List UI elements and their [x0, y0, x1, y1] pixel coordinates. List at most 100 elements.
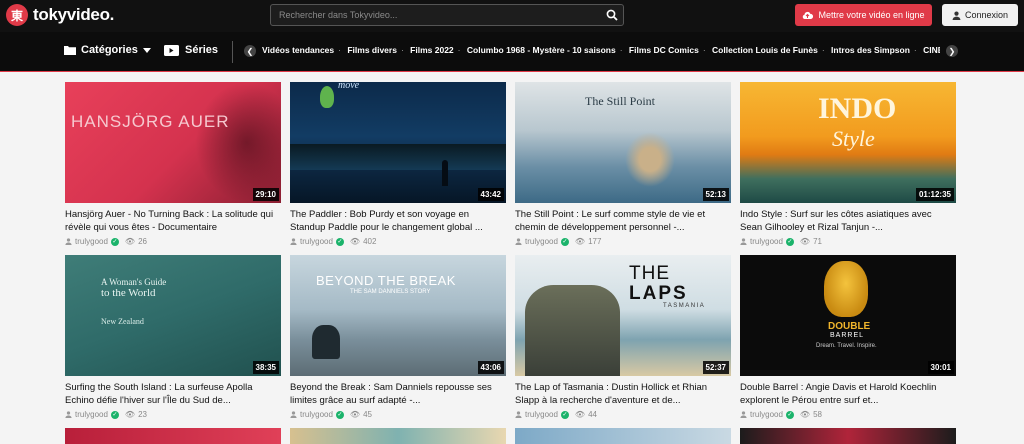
video-meta: trulygood ✓ 👁 177: [515, 237, 731, 246]
logo-text: tokyvideo.: [33, 5, 115, 24]
nav-divider: [232, 41, 233, 63]
video-title[interactable]: Beyond the Break : Sam Danniels repousse…: [290, 381, 506, 407]
thumbnail-subcaption: BARREL: [830, 332, 865, 339]
logo-mark: 東: [6, 4, 28, 26]
uploader-name[interactable]: trulygood: [750, 410, 783, 419]
tag-link[interactable]: Columbo 1968 - Mystère - 10 saisons: [467, 45, 616, 55]
uploader-name[interactable]: trulygood: [300, 410, 333, 419]
thumbnail-caption: THE: [629, 263, 670, 284]
tag-link[interactable]: Films divers: [347, 45, 397, 55]
thumbnail-tagline: New Zealand: [101, 317, 144, 326]
video-card[interactable]: DOUBLE BARREL Dream. Travel. Inspire. 30…: [740, 255, 956, 419]
series-link[interactable]: Séries: [164, 44, 218, 56]
scroll-left-arrow-icon[interactable]: ❮: [244, 45, 256, 57]
video-thumbnail[interactable]: DOUBLE BARREL Dream. Travel. Inspire. 30…: [740, 255, 956, 376]
verified-check-icon: ✓: [560, 410, 569, 419]
video-card[interactable]: HANSJÖRG AUER 29:10 Hansjörg Auer - No T…: [65, 82, 281, 246]
verified-check-icon: ✓: [335, 410, 344, 419]
uploader-name[interactable]: trulygood: [300, 237, 333, 246]
video-title[interactable]: The Still Point : Le surf comme style de…: [515, 208, 731, 234]
video-card[interactable]: The Still Point 52:13 The Still Point : …: [515, 82, 731, 246]
video-meta: trulygood ✓ 👁 23: [65, 410, 281, 419]
thumbnail-caption: The Still Point: [585, 94, 656, 108]
video-thumbnail[interactable]: THE LAPS TASMANIA 52:37: [515, 255, 731, 376]
tag-link[interactable]: Films DC Comics: [629, 45, 699, 55]
view-count: 177: [588, 237, 602, 246]
tag-link[interactable]: Collection Louis de Funès: [712, 45, 818, 55]
eye-icon: 👁: [799, 410, 811, 419]
video-title[interactable]: Double Barrel : Angie Davis et Harold Ko…: [740, 381, 956, 407]
video-thumbnail[interactable]: INDO Style 01:12:35: [740, 82, 956, 203]
tag-link[interactable]: CINÉ: [923, 45, 940, 55]
thumbnail-caption: HANSJÖRG AUER: [71, 112, 230, 131]
video-duration: 29:10: [252, 188, 279, 201]
tag-link[interactable]: Intros des Simpson: [831, 45, 910, 55]
login-button[interactable]: Connexion: [942, 4, 1018, 26]
video-thumbnail[interactable]: HANSJÖRG AUER 29:10: [65, 82, 281, 203]
tag-link[interactable]: Films 2022: [410, 45, 453, 55]
video-title[interactable]: The Lap of Tasmania : Dustin Hollick et …: [515, 381, 731, 407]
tag-separator: ·: [913, 45, 917, 55]
video-card[interactable]: BEYOND THE BREAK THE SAM DANNIELS STORY …: [290, 255, 506, 419]
video-thumbnail[interactable]: The Still Point 52:13: [515, 82, 731, 203]
video-card[interactable]: THE LAPS TASMANIA 52:37 The Lap of Tasma…: [515, 255, 731, 419]
user-icon: [290, 238, 297, 245]
verified-check-icon: ✓: [785, 237, 794, 246]
user-icon: [740, 238, 747, 245]
eye-icon: 👁: [574, 410, 586, 419]
upload-video-button[interactable]: Mettre votre vidéo en ligne: [795, 4, 932, 26]
categories-menu[interactable]: Catégories: [64, 44, 151, 56]
video-thumbnail[interactable]: move 43:42: [290, 82, 506, 203]
video-title[interactable]: Hansjörg Auer - No Turning Back : La sol…: [65, 208, 281, 234]
scroll-right-arrow-icon[interactable]: ❯: [946, 45, 958, 57]
view-count: 44: [588, 410, 597, 419]
video-meta: trulygood ✓ 👁 71: [740, 237, 956, 246]
series-label: Séries: [185, 44, 219, 56]
video-card[interactable]: INDO Style 01:12:35 Indo Style : Surf su…: [740, 82, 956, 246]
verified-check-icon: ✓: [785, 410, 794, 419]
video-title[interactable]: Indo Style : Surf sur les côtes asiatiqu…: [740, 208, 956, 234]
tag-separator: ·: [457, 45, 461, 55]
thumbnail-caption: INDO: [818, 92, 897, 125]
search-box: [270, 4, 624, 26]
video-thumbnail[interactable]: BEYOND THE BREAK THE SAM DANNIELS STORY …: [290, 255, 506, 376]
video-thumbnail-partial[interactable]: [65, 428, 281, 444]
video-thumbnail-partial[interactable]: [740, 428, 956, 444]
tag-link[interactable]: Vidéos tendances: [262, 45, 334, 55]
uploader-name[interactable]: trulygood: [75, 237, 108, 246]
search-input[interactable]: [271, 5, 591, 25]
tag-separator: ·: [338, 45, 341, 55]
video-card[interactable]: move 43:42 The Paddler : Bob Purdy et so…: [290, 82, 506, 246]
view-count: 26: [138, 237, 147, 246]
user-icon: [65, 411, 72, 418]
video-thumbnail-partial[interactable]: [515, 428, 731, 444]
video-meta: trulygood ✓ 👁 58: [740, 410, 956, 419]
tag-separator: ·: [619, 45, 623, 55]
video-meta: trulygood ✓ 👁 44: [515, 410, 731, 419]
video-thumbnail-partial[interactable]: [290, 428, 506, 444]
user-icon: [515, 238, 522, 245]
video-thumbnail[interactable]: A Woman's Guide to the World New Zealand…: [65, 255, 281, 376]
top-bar: 東 tokyvideo. Mettre votre vidéo en ligne…: [0, 0, 1024, 32]
caret-down-icon: [142, 47, 151, 53]
user-icon: [952, 11, 961, 20]
uploader-name[interactable]: trulygood: [75, 410, 108, 419]
view-count: 71: [813, 237, 822, 246]
verified-check-icon: ✓: [560, 237, 569, 246]
folder-icon: [64, 46, 76, 55]
thumbnail-caption: DOUBLE: [828, 321, 871, 332]
uploader-name[interactable]: trulygood: [525, 410, 558, 419]
user-icon: [740, 411, 747, 418]
video-title[interactable]: The Paddler : Bob Purdy et son voyage en…: [290, 208, 506, 234]
search-icon[interactable]: [606, 9, 618, 21]
video-duration: 30:01: [927, 361, 954, 374]
login-label: Connexion: [964, 10, 1009, 20]
video-duration: 43:42: [477, 188, 504, 201]
video-title[interactable]: Surfing the South Island : La surfeuse A…: [65, 381, 281, 407]
view-count: 23: [138, 410, 147, 419]
uploader-name[interactable]: trulygood: [750, 237, 783, 246]
video-card[interactable]: A Woman's Guide to the World New Zealand…: [65, 255, 281, 419]
uploader-name[interactable]: trulygood: [525, 237, 558, 246]
thumbnail-caption: move: [338, 82, 360, 91]
site-logo[interactable]: 東 tokyvideo.: [6, 4, 114, 26]
